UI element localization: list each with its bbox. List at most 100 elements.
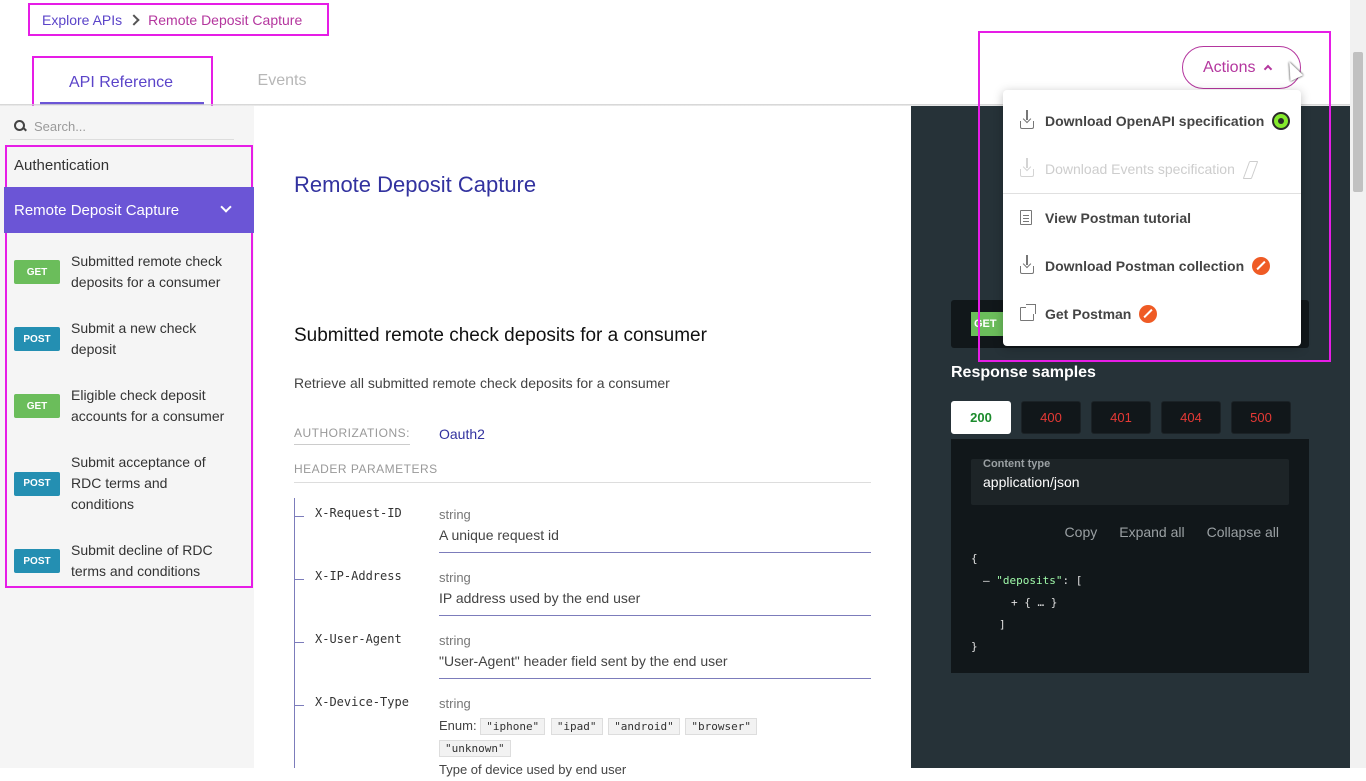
content-type-value: application/json bbox=[983, 474, 1080, 490]
copy-button[interactable]: Copy bbox=[1065, 524, 1098, 540]
operation-description: Retrieve all submitted remote check depo… bbox=[294, 375, 670, 391]
content-type-select[interactable]: Content type application/json bbox=[971, 458, 1289, 505]
actions-menu: Download OpenAPI specification Download … bbox=[1003, 90, 1301, 346]
menu-item-label: View Postman tutorial bbox=[1045, 210, 1191, 226]
sidebar-operation[interactable]: GET Eligible check deposit accounts for … bbox=[14, 385, 242, 427]
param-name: X-Device-Type bbox=[315, 695, 409, 709]
collapse-all-button[interactable]: Collapse all bbox=[1207, 524, 1279, 540]
param-tree-tick bbox=[294, 642, 304, 643]
operation-title: Submitted remote check deposits for a co… bbox=[294, 325, 707, 346]
param-divider bbox=[439, 552, 871, 553]
param-divider bbox=[439, 615, 871, 616]
bolt-icon bbox=[1245, 161, 1255, 177]
enum-label: Enum: bbox=[439, 718, 477, 733]
breadcrumb-current[interactable]: Remote Deposit Capture bbox=[148, 12, 302, 28]
param-description: "User-Agent" header field sent by the en… bbox=[439, 653, 728, 669]
json-line: ] bbox=[999, 618, 1006, 631]
breadcrumb-explore-apis-link[interactable]: Explore APIs bbox=[42, 12, 122, 28]
authorizations-label: AUTHORIZATIONS: bbox=[294, 426, 410, 445]
enum-value: "android" bbox=[608, 718, 680, 735]
page-title: Remote Deposit Capture bbox=[294, 172, 537, 197]
sidebar-operation[interactable]: POST Submit acceptance of RDC terms and … bbox=[14, 452, 242, 515]
external-link-icon bbox=[1020, 304, 1036, 321]
sidebar-nav: Authentication Remote Deposit Capture GE… bbox=[4, 145, 254, 588]
method-badge-post: POST bbox=[14, 327, 60, 351]
chevron-up-icon bbox=[1264, 64, 1273, 74]
param-divider bbox=[439, 678, 871, 679]
json-key: "deposits" bbox=[996, 574, 1063, 587]
chevron-right-icon bbox=[128, 13, 140, 26]
menu-item-download-openapi[interactable]: Download OpenAPI specification bbox=[1003, 97, 1301, 145]
response-samples-title: Response samples bbox=[951, 364, 1096, 381]
page-scrollbar[interactable] bbox=[1350, 0, 1366, 768]
search-icon bbox=[13, 118, 31, 136]
method-badge-get: GET bbox=[14, 394, 60, 418]
method-badge-post: POST bbox=[14, 471, 60, 496]
chevron-down-icon bbox=[220, 201, 232, 213]
breadcrumb: Explore APIs Remote Deposit Capture bbox=[28, 3, 329, 36]
tab-events[interactable]: Events bbox=[230, 72, 334, 90]
status-tab-400[interactable]: 400 bbox=[1021, 401, 1081, 434]
code-actions: Copy Expand all Collapse all bbox=[1043, 524, 1279, 540]
sidebar-operation[interactable]: POST Submit a new check deposit bbox=[14, 318, 242, 360]
json-expand-toggle[interactable]: + { … } bbox=[971, 592, 1082, 614]
menu-item-download-events: Download Events specification bbox=[1003, 145, 1301, 193]
param-type: string bbox=[439, 507, 471, 522]
sidebar-operation[interactable]: POST Submit decline of RDC terms and con… bbox=[14, 540, 242, 582]
status-tab-404[interactable]: 404 bbox=[1161, 401, 1221, 434]
status-tab-500[interactable]: 500 bbox=[1231, 401, 1291, 434]
param-row: X-Request-ID string A unique request id bbox=[294, 504, 871, 567]
param-row: X-Device-Type string Enum: "iphone" "ipa… bbox=[294, 693, 871, 777]
param-row: X-User-Agent string "User-Agent" header … bbox=[294, 630, 871, 693]
download-icon bbox=[1020, 158, 1034, 177]
param-tree-tick bbox=[294, 516, 304, 517]
enum-value: "unknown" bbox=[439, 740, 511, 757]
content-type-label: Content type bbox=[983, 458, 1051, 470]
sidebar-operation-label: Submit a new check deposit bbox=[71, 320, 197, 357]
status-tab-401[interactable]: 401 bbox=[1091, 401, 1151, 434]
postman-icon bbox=[1252, 257, 1271, 275]
sidebar-section-remote-deposit-capture[interactable]: Remote Deposit Capture bbox=[4, 187, 254, 233]
param-name: X-Request-ID bbox=[315, 506, 402, 520]
search-input[interactable] bbox=[34, 119, 224, 134]
authorizations-link[interactable]: Oauth2 bbox=[439, 426, 485, 442]
json-line: – "deposits": [ bbox=[971, 570, 1082, 592]
menu-item-get-postman[interactable]: Get Postman bbox=[1003, 290, 1301, 338]
json-line: { bbox=[971, 552, 978, 565]
menu-item-download-postman-collection[interactable]: Download Postman collection bbox=[1003, 242, 1301, 290]
param-row: X-IP-Address string IP address used by t… bbox=[294, 567, 871, 630]
response-status-tabs: 200 400 401 404 500 bbox=[951, 401, 1301, 434]
enum-value: "iphone" bbox=[480, 718, 546, 735]
method-badge-post: POST bbox=[14, 549, 60, 573]
sidebar-item-authentication[interactable]: Authentication bbox=[14, 157, 109, 174]
scrollbar-thumb[interactable] bbox=[1353, 52, 1363, 192]
param-name: X-IP-Address bbox=[315, 569, 402, 583]
search-box bbox=[10, 114, 234, 140]
json-collapse-toggle[interactable]: – bbox=[983, 574, 996, 587]
json-line: } bbox=[971, 640, 978, 653]
param-description: Type of device used by end user bbox=[439, 762, 627, 777]
enum-value: "ipad" bbox=[550, 718, 603, 735]
param-type: string bbox=[439, 633, 471, 648]
actions-button-label: Actions bbox=[1203, 58, 1256, 76]
menu-item-label: Download OpenAPI specification bbox=[1045, 113, 1265, 129]
param-name: X-User-Agent bbox=[315, 632, 402, 646]
enum-value: "browser" bbox=[685, 718, 758, 735]
param-description: IP address used by the end user bbox=[439, 590, 641, 606]
sidebar-section-label: Remote Deposit Capture bbox=[14, 201, 180, 219]
param-type: string bbox=[439, 570, 471, 585]
authorizations-row: AUTHORIZATIONS: Oauth2 bbox=[294, 426, 871, 448]
tab-api-reference[interactable]: API Reference bbox=[32, 56, 213, 111]
expand-all-button[interactable]: Expand all bbox=[1119, 524, 1184, 540]
sidebar-operation-label: Submitted remote check deposits for a co… bbox=[71, 253, 222, 290]
menu-item-label: Get Postman bbox=[1045, 306, 1132, 322]
menu-item-label: Download Postman collection bbox=[1045, 258, 1245, 274]
sidebar-operation[interactable]: GET Submitted remote check deposits for … bbox=[14, 251, 242, 293]
document-icon bbox=[1020, 210, 1032, 225]
param-enum: Enum: "iphone" "ipad" "android" "browser… bbox=[439, 715, 859, 781]
status-tab-200[interactable]: 200 bbox=[951, 401, 1011, 434]
menu-item-view-postman-tutorial[interactable]: View Postman tutorial bbox=[1003, 194, 1301, 242]
sidebar: Authentication Remote Deposit Capture GE… bbox=[0, 106, 254, 768]
param-type: string bbox=[439, 696, 471, 711]
sidebar-operation-label: Submit decline of RDC terms and conditio… bbox=[71, 542, 213, 579]
